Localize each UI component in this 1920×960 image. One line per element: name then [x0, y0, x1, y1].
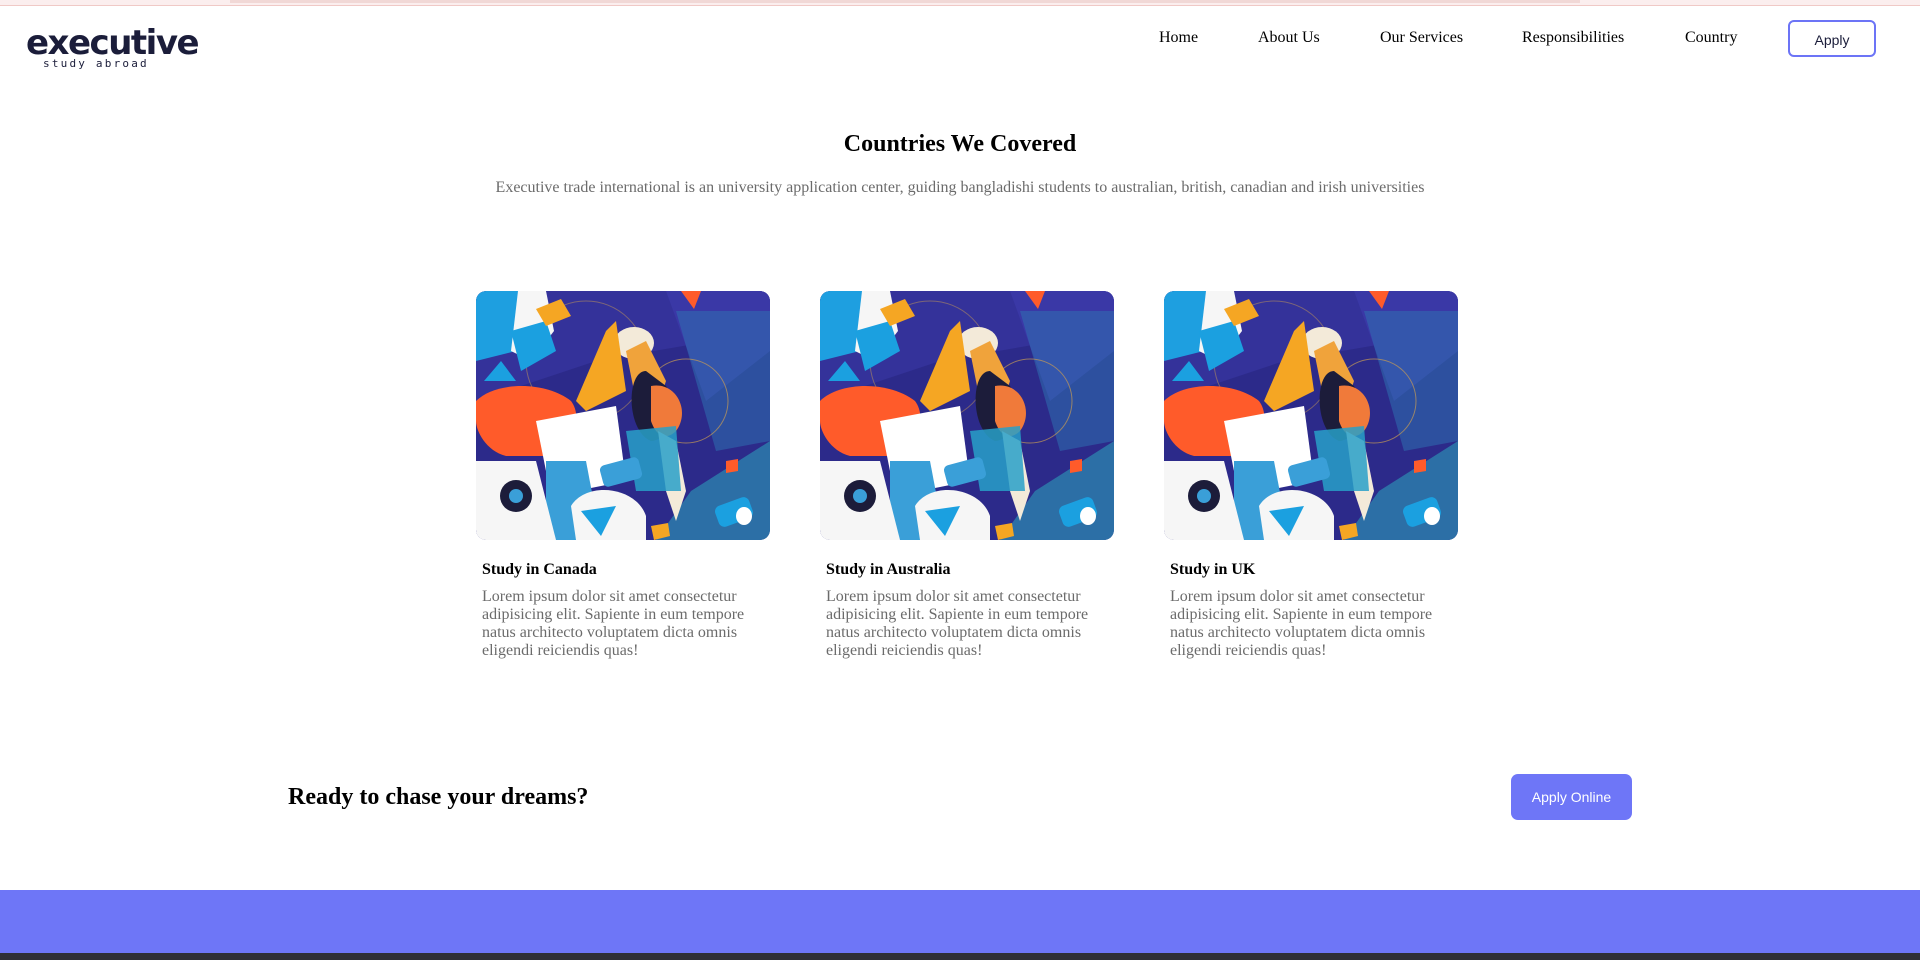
card-title: Study in UK: [1170, 561, 1256, 578]
section-title: Countries We Covered: [843, 131, 1077, 157]
card-text: Lorem ipsum dolor sit amet consectetur a…: [1170, 588, 1433, 659]
apply-online-button[interactable]: Apply Online: [1511, 774, 1632, 820]
browser-top-strip: [0, 0, 1920, 6]
cta-heading: Ready to chase your dreams?: [288, 784, 589, 810]
card-canada[interactable]: Study in Canada Lorem ipsum dolor sit am…: [476, 291, 770, 660]
apply-button[interactable]: Apply: [1788, 20, 1876, 57]
card-text: Lorem ipsum dolor sit amet consectetur a…: [826, 588, 1089, 659]
section-subtitle: Executive trade international is an univ…: [495, 179, 1425, 196]
card-title: Study in Australia: [826, 561, 951, 578]
navbar: executive study abroad Home About Us Our…: [0, 6, 1920, 78]
brand-tagline: study abroad: [43, 57, 149, 70]
footer: [0, 890, 1920, 960]
canada-illustration: [476, 291, 770, 540]
card-title: Study in Canada: [482, 561, 597, 578]
taskbar-edge: [0, 953, 1920, 960]
nav-our-services[interactable]: Our Services: [1380, 28, 1463, 48]
uk-illustration: [1164, 291, 1458, 540]
card-australia[interactable]: Study in Australia Lorem ipsum dolor sit…: [820, 291, 1114, 660]
nav-country[interactable]: Country: [1685, 28, 1737, 48]
brand-logo[interactable]: executive study abroad: [26, 24, 200, 72]
card-text: Lorem ipsum dolor sit amet consectetur a…: [482, 588, 745, 659]
nav-home[interactable]: Home: [1159, 28, 1198, 48]
australia-illustration: [820, 291, 1114, 540]
nav-about-us[interactable]: About Us: [1258, 28, 1320, 48]
nav-responsibilities[interactable]: Responsibilities: [1522, 28, 1624, 48]
card-uk[interactable]: Study in UK Lorem ipsum dolor sit amet c…: [1164, 291, 1458, 660]
